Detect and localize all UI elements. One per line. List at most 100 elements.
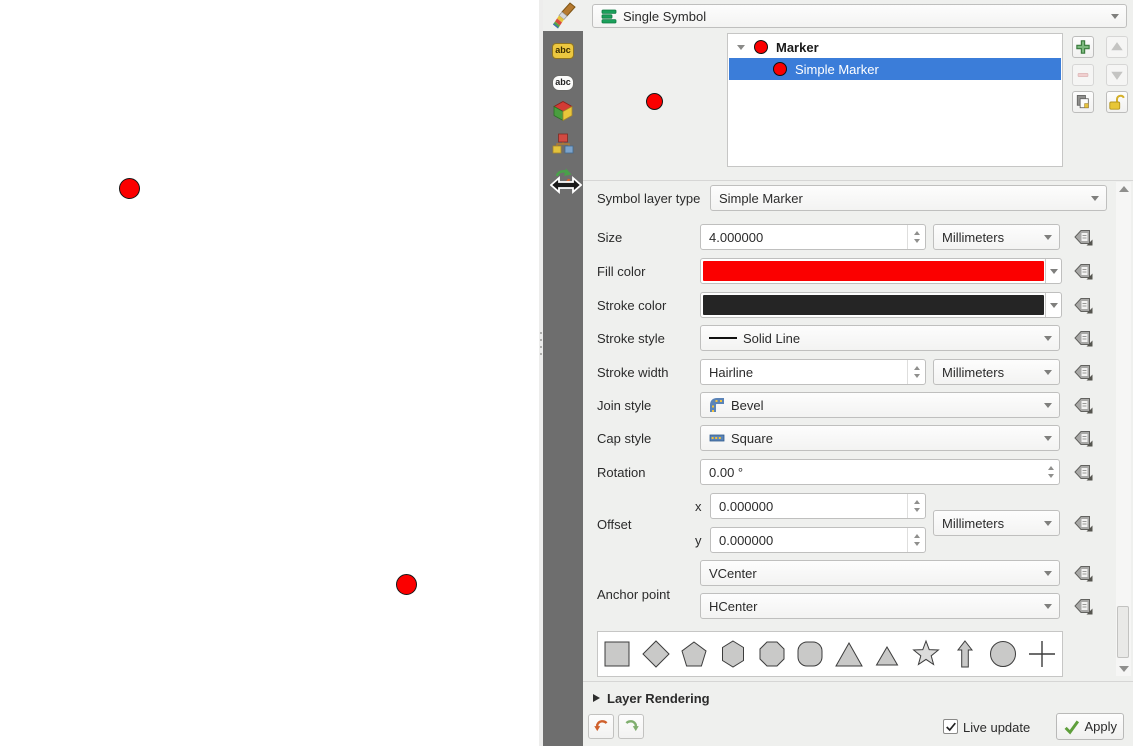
shape-option-semi-circle[interactable] <box>907 672 946 677</box>
stroke-color-dropdown[interactable] <box>1045 293 1061 317</box>
lock-colors-button[interactable] <box>1106 91 1128 113</box>
anchor-vertical-value: VCenter <box>709 566 757 581</box>
stroke-color-data-defined-button[interactable] <box>1072 294 1094 316</box>
shape-option-cross[interactable] <box>1023 636 1062 672</box>
stroke-width-input[interactable]: Hairline <box>700 359 926 385</box>
join-style-data-defined-button[interactable] <box>1072 394 1094 416</box>
toolbar-diagrams-button[interactable] <box>552 135 574 157</box>
scroll-down-button[interactable] <box>1116 662 1131 676</box>
toolbar-callouts-button[interactable]: abc <box>552 72 574 94</box>
size-unit-combo[interactable]: Millimeters <box>933 224 1060 250</box>
toolbar-labels-button[interactable]: abc <box>552 40 574 62</box>
symbol-layer-type-combo[interactable]: Simple Marker <box>710 185 1107 211</box>
cap-style-combo[interactable]: Square <box>700 425 1060 451</box>
renderer-combo[interactable]: Single Symbol <box>592 4 1127 28</box>
fill-color-data-defined-button[interactable] <box>1072 260 1094 282</box>
tree-item-simple-marker[interactable]: Simple Marker <box>729 58 1061 80</box>
redo-button[interactable] <box>618 714 644 739</box>
shape-option-pentagon[interactable] <box>675 636 714 672</box>
size-label: Size <box>597 230 622 245</box>
shape-option-line[interactable] <box>637 672 676 677</box>
undo-button[interactable] <box>588 714 614 739</box>
stroke-style-combo[interactable]: Solid Line <box>700 325 1060 351</box>
remove-symbol-layer-button[interactable] <box>1072 64 1094 86</box>
shape-option-arrowhead[interactable] <box>675 672 714 677</box>
shape-option-filled-arrowhead[interactable] <box>714 672 753 677</box>
shape-option-equilateral-triangle[interactable] <box>868 636 907 672</box>
solid-line-icon <box>709 337 737 339</box>
fill-color-dropdown[interactable] <box>1045 259 1061 283</box>
offset-unit-combo[interactable]: Millimeters <box>933 510 1060 536</box>
shape-option-diagonal-half-square[interactable] <box>791 672 830 677</box>
splitter-handle-dot <box>540 332 542 334</box>
scroll-up-button[interactable] <box>1116 182 1131 196</box>
spinner-arrows[interactable] <box>907 494 925 518</box>
shape-option-half-square[interactable] <box>752 672 791 677</box>
shape-option-right-half-triangle[interactable] <box>830 672 869 677</box>
duplicate-symbol-layer-button[interactable] <box>1072 91 1094 113</box>
fill-color-button[interactable] <box>700 258 1062 284</box>
shape-option-square[interactable] <box>598 636 637 672</box>
live-update-checkbox[interactable] <box>943 719 958 734</box>
offset-x-input[interactable]: 0.000000 <box>710 493 926 519</box>
tree-item-marker[interactable]: Marker <box>729 36 1061 58</box>
layer-rendering-header[interactable]: Layer Rendering <box>607 691 710 706</box>
stroke-style-label: Stroke style <box>597 331 665 346</box>
expander-down-icon[interactable] <box>737 45 745 50</box>
bevel-join-icon <box>709 397 725 413</box>
cap-style-label: Cap style <box>597 431 651 446</box>
rotation-input[interactable]: 0.00 ° <box>700 459 1060 485</box>
spinner-arrows[interactable] <box>907 225 925 249</box>
shape-option-squircle[interactable] <box>791 636 830 672</box>
stroke-width-data-defined-button[interactable] <box>1072 361 1094 383</box>
splitter-handle-dot <box>540 353 542 355</box>
shape-option-third-circle[interactable] <box>945 672 984 677</box>
join-style-combo[interactable]: Bevel <box>700 392 1060 418</box>
shape-option-shield[interactable] <box>1023 672 1062 677</box>
shape-option-octagon[interactable] <box>752 636 791 672</box>
stroke-color-button[interactable] <box>700 292 1062 318</box>
move-down-button[interactable] <box>1106 64 1128 86</box>
shape-option-cross-fill[interactable] <box>598 672 637 677</box>
shape-option-diamond[interactable] <box>637 636 676 672</box>
move-up-button[interactable] <box>1106 36 1128 58</box>
spinner-arrows[interactable] <box>1042 460 1059 484</box>
shape-option-quarter-circle[interactable] <box>984 672 1023 677</box>
scrollbar-thumb[interactable] <box>1117 606 1129 658</box>
chevron-down-icon <box>1044 370 1052 375</box>
size-data-defined-button[interactable] <box>1072 226 1094 248</box>
shape-option-hexagon[interactable] <box>714 636 753 672</box>
anchor-vertical-data-defined-button[interactable] <box>1072 562 1094 584</box>
app-window: Single Symbol abc abc <box>0 0 1133 746</box>
stroke-width-unit-combo[interactable]: Millimeters <box>933 359 1060 385</box>
shape-option-triangle[interactable] <box>830 636 869 672</box>
size-input[interactable]: 4.000000 <box>700 224 926 250</box>
spinner-arrows[interactable] <box>907 360 925 384</box>
panel-scrollbar[interactable] <box>1116 182 1131 676</box>
add-symbol-layer-button[interactable] <box>1072 36 1094 58</box>
anchor-horizontal-combo[interactable]: HCenter <box>700 593 1060 619</box>
offset-y-input[interactable]: 0.000000 <box>710 527 926 553</box>
chevron-down-icon <box>1044 604 1052 609</box>
map-canvas[interactable] <box>0 0 539 746</box>
offset-y-value: 0.000000 <box>719 533 773 548</box>
anchor-vertical-combo[interactable]: VCenter <box>700 560 1060 586</box>
offset-y-label: y <box>695 533 702 548</box>
shape-option-arrow[interactable] <box>945 636 984 672</box>
arrow-up-icon <box>1119 186 1129 192</box>
shape-option-star[interactable] <box>907 636 946 672</box>
shape-option-left-half-triangle[interactable] <box>868 672 907 677</box>
offset-data-defined-button[interactable] <box>1072 512 1094 534</box>
stroke-style-data-defined-button[interactable] <box>1072 327 1094 349</box>
apply-label: Apply <box>1084 719 1117 734</box>
rotation-data-defined-button[interactable] <box>1072 461 1094 483</box>
collapse-arrow-icon[interactable] <box>593 694 600 702</box>
shape-option-circle[interactable] <box>984 636 1023 672</box>
apply-button[interactable]: Apply <box>1056 713 1124 740</box>
anchor-horizontal-data-defined-button[interactable] <box>1072 595 1094 617</box>
spinner-arrows[interactable] <box>907 528 925 552</box>
toolbar-3d-view-button[interactable] <box>552 102 574 124</box>
join-style-value: Bevel <box>731 398 764 413</box>
offset-label: Offset <box>597 517 631 532</box>
cap-style-data-defined-button[interactable] <box>1072 427 1094 449</box>
